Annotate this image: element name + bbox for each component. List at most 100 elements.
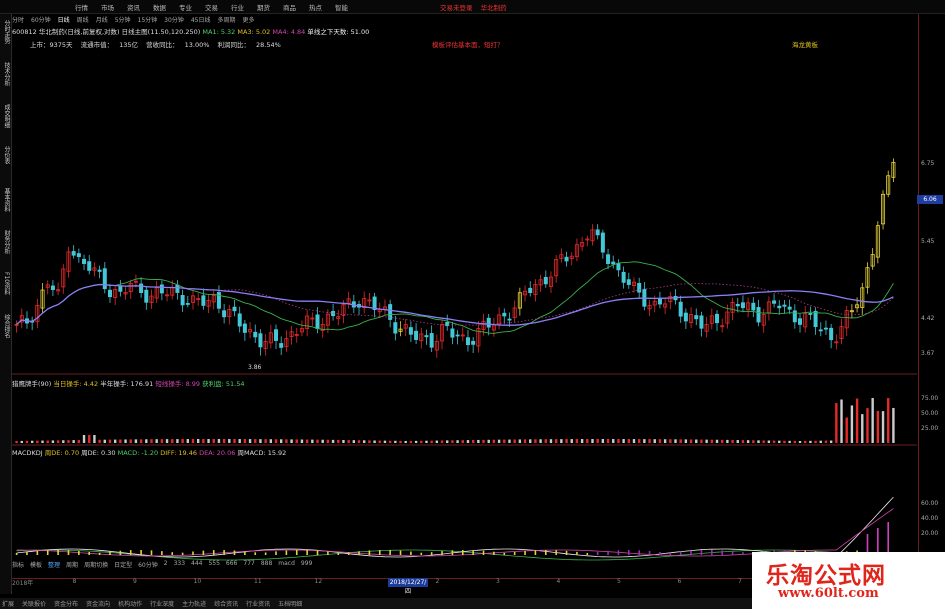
indicator1-bar bbox=[51, 440, 55, 443]
indicator1-bar bbox=[643, 439, 646, 443]
stock-chart-canvas[interactable] bbox=[0, 0, 945, 609]
bottom-tab[interactable]: 综合资讯 bbox=[214, 599, 238, 608]
date-tick: 7 bbox=[738, 578, 742, 585]
candle-body bbox=[507, 318, 512, 321]
indicator-tab[interactable]: 2 bbox=[164, 560, 168, 569]
watermark-url[interactable]: www.60lt.com bbox=[778, 586, 879, 601]
macd-line-magenta bbox=[16, 508, 894, 557]
candle-body bbox=[502, 312, 507, 317]
bottom-tab[interactable]: 资金流向 bbox=[86, 599, 110, 608]
indicator1-bar bbox=[601, 439, 605, 443]
indicator-tab[interactable]: 模板 bbox=[30, 560, 42, 569]
indicator-tab-row: 指标 模板 整理 周期 周期切换 日定型 60分钟 2 333 444 555 666 777 888 ma… bbox=[12, 560, 312, 569]
indicator1-bar bbox=[840, 399, 843, 443]
indicator-tab[interactable]: 555 bbox=[208, 560, 219, 569]
indicator-tab[interactable]: 日定型 bbox=[114, 560, 132, 569]
macd-bar bbox=[586, 552, 589, 555]
bottom-tab[interactable]: 行业深度 bbox=[150, 599, 174, 608]
indicator1-bar bbox=[866, 408, 869, 443]
indicator-tab[interactable]: 周期切换 bbox=[84, 560, 108, 569]
candle-body bbox=[683, 312, 688, 322]
candle-body bbox=[315, 314, 320, 329]
macd-bar bbox=[648, 550, 651, 555]
bottom-tab[interactable]: 五档明细 bbox=[278, 599, 302, 608]
indicator1-bar bbox=[757, 440, 760, 443]
candle-body bbox=[279, 343, 284, 348]
indicator1-bar bbox=[290, 439, 293, 443]
bottom-tab[interactable]: 行业资讯 bbox=[246, 599, 270, 608]
indicator1-bar bbox=[674, 439, 677, 443]
indicator1-bar bbox=[596, 439, 599, 443]
candle-body bbox=[393, 322, 398, 334]
candle-body bbox=[424, 335, 429, 338]
indicator-tab[interactable]: 888 bbox=[261, 560, 272, 569]
indicator-tab[interactable]: 777 bbox=[243, 560, 254, 569]
candle-body bbox=[616, 262, 621, 271]
indicator1-bar bbox=[700, 439, 703, 443]
date-tick: 2018年 bbox=[12, 580, 34, 587]
indicator-tab[interactable]: 999 bbox=[301, 560, 312, 569]
indicator-tab[interactable]: 666 bbox=[226, 560, 237, 569]
indicator1-bar bbox=[425, 440, 428, 443]
macd-bar bbox=[659, 552, 661, 555]
candle-body bbox=[782, 304, 787, 307]
bottom-tab[interactable]: 主力轨迹 bbox=[182, 599, 206, 608]
indicator1-bar bbox=[767, 440, 771, 443]
candle-body bbox=[818, 329, 823, 332]
indicator1-bar bbox=[93, 435, 96, 443]
macd-bar bbox=[150, 550, 153, 555]
indicator-tab[interactable]: 整理 bbox=[48, 560, 60, 569]
date-tick: 2 bbox=[435, 578, 440, 585]
indicator1-bar bbox=[487, 439, 490, 443]
indicator1-bar bbox=[689, 439, 693, 443]
indicator1-bar bbox=[134, 439, 138, 443]
bottom-tab[interactable]: 关联报价 bbox=[22, 599, 46, 608]
macd-bar bbox=[731, 551, 734, 555]
macd-bar bbox=[711, 550, 713, 555]
macd-bar bbox=[233, 550, 236, 555]
indicator1-bar bbox=[731, 439, 734, 443]
indicator1-bar bbox=[788, 440, 791, 443]
candle-body bbox=[429, 333, 434, 348]
macd-bar bbox=[88, 551, 91, 555]
bottom-tab[interactable]: 机构动作 bbox=[118, 599, 142, 608]
indicator-tab[interactable]: 周期 bbox=[66, 560, 78, 569]
candle-body bbox=[237, 313, 242, 327]
indicator1-bar bbox=[440, 440, 444, 443]
indicator1-bar bbox=[352, 440, 356, 443]
indicator-tab[interactable]: 333 bbox=[174, 560, 185, 569]
indicator-tab[interactable]: 444 bbox=[191, 560, 202, 569]
indicator1-bar bbox=[30, 440, 34, 443]
indicator1-bar bbox=[113, 439, 117, 443]
indicator-tab[interactable]: 指标 bbox=[12, 560, 24, 569]
indicator1-bar bbox=[388, 440, 392, 443]
indicator1-bar bbox=[217, 439, 221, 443]
indicator1-bar bbox=[311, 439, 314, 443]
macd-bar bbox=[223, 550, 225, 555]
indicator1-bar bbox=[726, 439, 729, 443]
date-tick: 3 bbox=[496, 578, 500, 585]
indicator1-bar bbox=[150, 439, 153, 443]
bottom-tab[interactable]: 扩展 bbox=[2, 599, 14, 608]
indicator1-bar bbox=[720, 439, 724, 443]
indicator-tab[interactable]: 60分钟 bbox=[138, 560, 158, 569]
indicator1-bar bbox=[264, 439, 267, 443]
macd-bar bbox=[327, 551, 329, 555]
indicator1-bar bbox=[103, 439, 106, 443]
macd-line-white bbox=[16, 496, 894, 558]
macd-bar bbox=[78, 550, 80, 555]
bottom-tab[interactable]: 资金分布 bbox=[54, 599, 78, 608]
candle-body bbox=[694, 315, 699, 320]
date-tick: 11 bbox=[254, 578, 262, 585]
indicator1-bar bbox=[845, 417, 848, 443]
candle-body bbox=[777, 305, 782, 309]
candle-body bbox=[528, 287, 533, 293]
candle-body bbox=[253, 331, 258, 338]
candle-body bbox=[180, 295, 185, 306]
candle-body bbox=[450, 328, 455, 338]
indicator1-bar bbox=[513, 439, 516, 443]
indicator1-bar bbox=[824, 440, 828, 443]
candle-body bbox=[159, 284, 164, 294]
indicator-tab[interactable]: macd bbox=[278, 560, 295, 569]
indicator1-bar bbox=[663, 439, 667, 443]
